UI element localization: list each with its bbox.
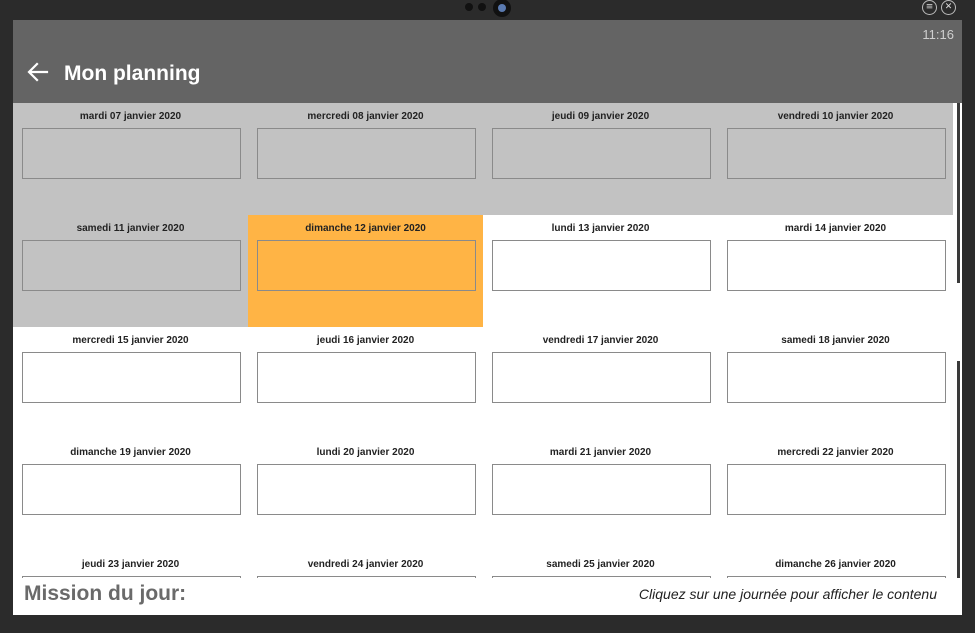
day-content-box[interactable] (22, 128, 241, 179)
day-label: samedi 25 janvier 2020 (546, 559, 655, 570)
sensor-dot (478, 3, 486, 11)
day-content-box[interactable] (257, 464, 476, 515)
calendar-day[interactable]: vendredi 17 janvier 2020 (483, 327, 718, 439)
calendar-day[interactable]: samedi 18 janvier 2020 (718, 327, 953, 439)
day-label: mardi 07 janvier 2020 (79, 111, 182, 122)
calendar-day[interactable]: mercredi 22 janvier 2020 (718, 439, 953, 551)
calendar-day[interactable]: lundi 13 janvier 2020 (483, 215, 718, 327)
calendar-day[interactable]: lundi 20 janvier 2020 (248, 439, 483, 551)
back-button[interactable] (25, 59, 51, 85)
day-label: jeudi 23 janvier 2020 (81, 559, 180, 570)
calendar-day[interactable]: mardi 21 janvier 2020 (483, 439, 718, 551)
day-label: samedi 11 janvier 2020 (76, 223, 185, 234)
page-title: Mon planning (64, 62, 201, 85)
device-top-controls: ≡ ✕ (0, 0, 975, 18)
day-content-box[interactable] (727, 240, 946, 291)
day-label: mercredi 08 janvier 2020 (307, 111, 424, 122)
calendar-day[interactable]: jeudi 23 janvier 2020 (13, 551, 248, 578)
camera-icon (493, 0, 511, 17)
calendar-day[interactable]: samedi 25 janvier 2020 (483, 551, 718, 578)
day-label: mardi 21 janvier 2020 (549, 447, 652, 458)
calendar-day[interactable]: jeudi 09 janvier 2020 (483, 103, 718, 215)
calendar-day[interactable]: mardi 07 janvier 2020 (13, 103, 248, 215)
day-label: dimanche 26 janvier 2020 (775, 559, 896, 570)
menu-icon[interactable]: ≡ (922, 0, 937, 15)
scrollbar[interactable] (957, 103, 960, 578)
day-content-box[interactable] (257, 352, 476, 403)
day-content-box[interactable] (257, 128, 476, 179)
day-label: dimanche 12 janvier 2020 (305, 223, 426, 234)
day-content-box[interactable] (492, 128, 711, 179)
day-label: jeudi 09 janvier 2020 (551, 111, 650, 122)
day-content-box[interactable] (727, 352, 946, 403)
arrow-left-icon (27, 62, 49, 82)
calendar-day[interactable]: vendredi 24 janvier 2020 (248, 551, 483, 578)
calendar-day[interactable]: vendredi 10 janvier 2020 (718, 103, 953, 215)
calendar-day[interactable]: mercredi 15 janvier 2020 (13, 327, 248, 439)
mission-label: Mission du jour: (24, 582, 187, 605)
day-content-box[interactable] (492, 352, 711, 403)
day-content-box[interactable] (22, 352, 241, 403)
day-label: mardi 14 janvier 2020 (784, 223, 887, 234)
day-label: dimanche 19 janvier 2020 (70, 447, 191, 458)
day-content-box[interactable] (492, 464, 711, 515)
day-label: lundi 20 janvier 2020 (316, 447, 415, 458)
calendar-day[interactable]: mercredi 08 janvier 2020 (248, 103, 483, 215)
day-label: vendredi 17 janvier 2020 (542, 335, 659, 346)
calendar-day[interactable]: dimanche 12 janvier 2020 (248, 215, 483, 327)
footer: Mission du jour: Cliquez sur une journée… (13, 578, 962, 615)
day-content-box[interactable] (492, 240, 711, 291)
day-content-box[interactable] (22, 240, 241, 291)
hint-text: Cliquez sur une journée pour afficher le… (638, 586, 937, 602)
calendar-day[interactable]: jeudi 16 janvier 2020 (248, 327, 483, 439)
day-content-box[interactable] (22, 464, 241, 515)
day-label: jeudi 16 janvier 2020 (316, 335, 415, 346)
day-content-box[interactable] (727, 464, 946, 515)
day-content-box[interactable] (727, 128, 946, 179)
sensor-dot (465, 3, 473, 11)
close-icon[interactable]: ✕ (941, 0, 956, 15)
day-content-box[interactable] (257, 240, 476, 291)
app-screen: 11:16 Mon planning mardi 07 janvier 2020… (13, 20, 962, 615)
day-label: vendredi 10 janvier 2020 (777, 111, 894, 122)
day-label: lundi 13 janvier 2020 (551, 223, 650, 234)
calendar-day[interactable]: dimanche 26 janvier 2020 (718, 551, 953, 578)
status-clock: 11:16 (922, 27, 954, 42)
app-bar: 11:16 Mon planning (13, 20, 962, 103)
day-label: samedi 18 janvier 2020 (781, 335, 890, 346)
scrollbar-track[interactable] (957, 361, 960, 578)
day-label: mercredi 22 janvier 2020 (777, 447, 894, 458)
calendar-day[interactable]: mardi 14 janvier 2020 (718, 215, 953, 327)
calendar-day[interactable]: dimanche 19 janvier 2020 (13, 439, 248, 551)
calendar-grid: mardi 07 janvier 2020 mercredi 08 janvier… (13, 103, 954, 578)
calendar-day[interactable]: samedi 11 janvier 2020 (13, 215, 248, 327)
day-label: vendredi 24 janvier 2020 (307, 559, 424, 570)
scrollbar-thumb[interactable] (957, 103, 960, 283)
day-label: mercredi 15 janvier 2020 (72, 335, 189, 346)
